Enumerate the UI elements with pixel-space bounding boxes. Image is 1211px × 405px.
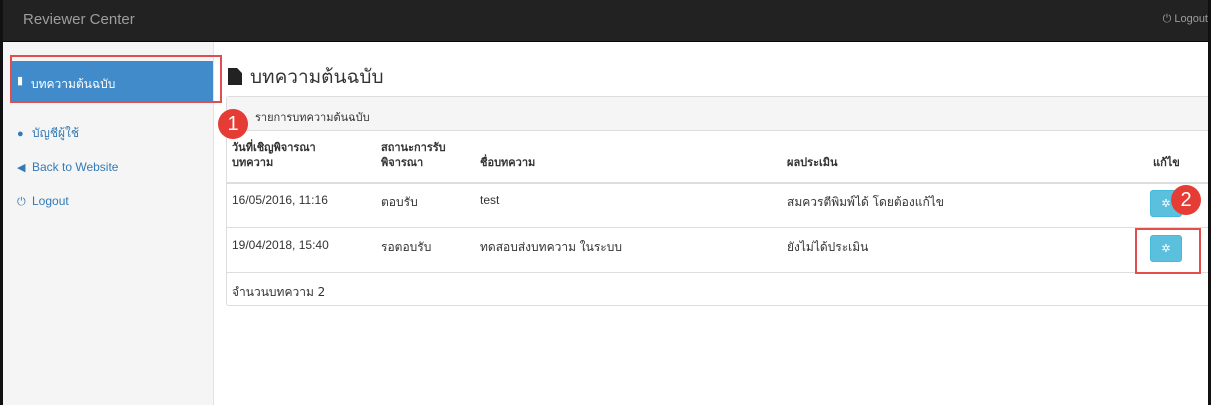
top-logout-label: Logout <box>1174 13 1208 25</box>
articles-panel: รายการบทความต้นฉบับ วันที่เชิญพิจารณา บท… <box>226 96 1208 306</box>
gear-icon: ✲ <box>1161 197 1171 210</box>
power-icon: ⏻ <box>1162 13 1172 25</box>
col-header-line: บทความ <box>232 156 274 169</box>
file-icon <box>228 68 242 85</box>
page-title-text: บทความต้นฉบับ <box>250 66 384 88</box>
cell-status: ตอบรับ <box>381 195 418 209</box>
cell-result: ยังไม่ได้ประเมิน <box>787 240 869 254</box>
col-header-result: ผลประเมิน <box>787 156 838 169</box>
row-divider <box>227 227 1208 228</box>
cell-title: ทดสอบส่งบทความ ในระบบ <box>480 240 622 254</box>
col-header-line: สถานะการรับ <box>381 141 446 154</box>
cell-date: 16/05/2016, 11:16 <box>232 193 328 207</box>
sidebar-item-label: Back to Website <box>32 160 119 174</box>
sidebar-item-label: Logout <box>32 194 69 208</box>
col-header-line: พิจารณา <box>381 156 424 169</box>
user-icon: ● <box>17 128 24 140</box>
cell-status: รอตอบรับ <box>381 240 432 254</box>
top-navbar: Reviewer Center ⏻ Logout <box>3 0 1208 42</box>
article-count: จำนวนบทความ 2 <box>232 285 326 299</box>
highlight-box-edit <box>1135 228 1201 274</box>
sidebar-item-back-to-website[interactable]: ◀ Back to Website <box>17 160 118 174</box>
cell-date: 19/04/2018, 15:40 <box>232 238 329 252</box>
sidebar-item-account[interactable]: ● บัญชีผู้ใช้ <box>17 124 79 143</box>
highlight-box-sidebar <box>10 55 222 103</box>
cell-title: test <box>480 193 500 207</box>
col-header-invite-date: วันที่เชิญพิจารณา บทความ <box>232 140 316 170</box>
col-header-line: วันที่เชิญพิจารณา <box>232 141 316 154</box>
col-header-edit: แก้ไข <box>1153 156 1180 169</box>
panel-title: รายการบทความต้นฉบับ <box>255 111 370 124</box>
annotation-badge-1: 1 <box>218 109 248 139</box>
page-title: บทความต้นฉบับ <box>228 62 384 92</box>
arrow-circle-left-icon: ◀ <box>17 162 26 174</box>
header-divider <box>227 182 1208 184</box>
panel-heading: รายการบทความต้นฉบับ <box>227 97 1208 131</box>
top-logout-link[interactable]: ⏻ Logout <box>1163 13 1208 26</box>
row-divider <box>227 272 1208 273</box>
col-header-title: ชื่อบทความ <box>480 156 536 169</box>
annotation-badge-2: 2 <box>1171 185 1201 215</box>
sidebar-item-logout[interactable]: ⏻ Logout <box>17 194 69 209</box>
brand-title[interactable]: Reviewer Center <box>23 11 135 28</box>
col-header-status: สถานะการรับ พิจารณา <box>381 140 446 170</box>
cell-result: สมควรตีพิมพ์ได้ โดยต้องแก้ไข <box>787 195 944 209</box>
sidebar-item-label: บัญชีผู้ใช้ <box>32 126 80 140</box>
power-icon: ⏻ <box>17 196 26 208</box>
